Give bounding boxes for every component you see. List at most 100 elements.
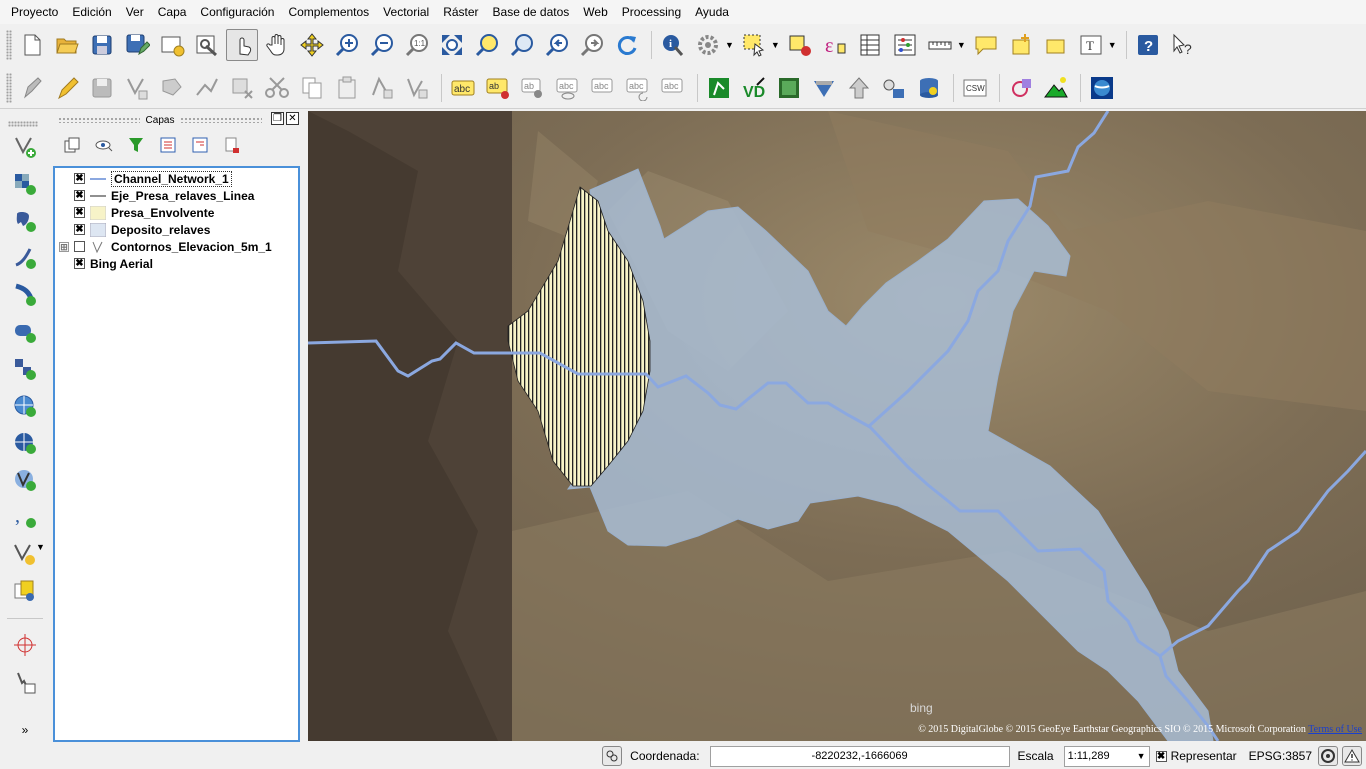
add-group-icon[interactable] bbox=[60, 133, 84, 157]
whats-this-icon[interactable]: ? bbox=[1167, 29, 1199, 61]
georeferencer-icon[interactable] bbox=[1005, 72, 1037, 104]
zoom-last-icon[interactable] bbox=[541, 29, 573, 61]
action-dropdown-icon[interactable]: ▼ bbox=[725, 40, 734, 50]
gps-tools-icon[interactable] bbox=[9, 666, 41, 698]
new-layer-dropdown-icon[interactable]: ▼ bbox=[36, 542, 45, 552]
add-raster-layer-icon[interactable] bbox=[9, 168, 41, 200]
gps-icon[interactable] bbox=[878, 72, 910, 104]
pan-to-selection-icon[interactable] bbox=[296, 29, 328, 61]
menu-ráster[interactable]: Ráster bbox=[436, 0, 485, 24]
crs-status-icon[interactable] bbox=[1318, 746, 1338, 766]
raster-icon[interactable] bbox=[773, 72, 805, 104]
text-annotation-icon[interactable]: T bbox=[1075, 29, 1107, 61]
layer-visibility-checkbox[interactable]: ✖ bbox=[74, 190, 85, 201]
manage-visibility-icon[interactable] bbox=[92, 133, 116, 157]
toolbar-grip[interactable] bbox=[6, 72, 12, 103]
redo-icon[interactable] bbox=[401, 72, 433, 104]
label-highlight-icon[interactable]: ab bbox=[517, 72, 549, 104]
menu-vectorial[interactable]: Vectorial bbox=[376, 0, 436, 24]
layer-visibility-checkbox[interactable]: ✖ bbox=[74, 258, 85, 269]
float-panel-icon[interactable]: ❐ bbox=[271, 112, 284, 125]
help-icon[interactable]: ? bbox=[1132, 29, 1164, 61]
label-show-hide-icon[interactable]: abc bbox=[552, 72, 584, 104]
save-as-icon[interactable] bbox=[121, 29, 153, 61]
move-feature-icon[interactable] bbox=[156, 72, 188, 104]
zoom-in-icon[interactable] bbox=[331, 29, 363, 61]
node-tool-icon[interactable] bbox=[191, 72, 223, 104]
render-checkbox[interactable]: ✖ Representar bbox=[1155, 749, 1237, 763]
add-wcs-layer-icon[interactable] bbox=[9, 427, 41, 459]
pan-icon[interactable] bbox=[261, 29, 293, 61]
label-change-icon[interactable]: abc bbox=[657, 72, 689, 104]
label-pin-icon[interactable]: ab bbox=[482, 72, 514, 104]
grass-icon[interactable] bbox=[703, 72, 735, 104]
render-check-icon[interactable]: ✖ bbox=[1155, 750, 1167, 762]
vd-icon[interactable]: VD bbox=[738, 72, 770, 104]
zoom-to-layer-icon[interactable] bbox=[506, 29, 538, 61]
measure-icon[interactable] bbox=[924, 29, 956, 61]
new-bookmark-icon[interactable] bbox=[1005, 29, 1037, 61]
close-panel-icon[interactable]: ✕ bbox=[286, 112, 299, 125]
label-rotate-icon[interactable]: abc bbox=[622, 72, 654, 104]
zoom-native-icon[interactable]: 1:1 bbox=[401, 29, 433, 61]
label-icon[interactable]: abc bbox=[447, 72, 479, 104]
scale-combo[interactable]: 1:11,289 ▼ bbox=[1063, 745, 1150, 767]
label-move-icon[interactable]: abc bbox=[587, 72, 619, 104]
expression-select-icon[interactable]: ε bbox=[819, 29, 851, 61]
undo-icon[interactable] bbox=[366, 72, 398, 104]
coordinate-capture-icon[interactable] bbox=[9, 629, 41, 661]
spatialite-icon[interactable] bbox=[913, 72, 945, 104]
action-icon[interactable] bbox=[692, 29, 724, 61]
expand-icon[interactable]: ⊞ bbox=[59, 241, 69, 252]
collapse-all-icon[interactable] bbox=[188, 133, 212, 157]
layer-visibility-checkbox[interactable] bbox=[74, 241, 85, 252]
composer-manager-icon[interactable] bbox=[191, 29, 223, 61]
statistics-icon[interactable] bbox=[889, 29, 921, 61]
map-tips-icon[interactable] bbox=[970, 29, 1002, 61]
toolbar-grip[interactable] bbox=[8, 121, 38, 127]
toggle-extents-icon[interactable] bbox=[602, 746, 623, 766]
filter-legend-icon[interactable] bbox=[124, 133, 148, 157]
add-wms-layer-icon[interactable] bbox=[9, 390, 41, 422]
menu-base-de-datos[interactable]: Base de datos bbox=[486, 0, 577, 24]
coordinate-field[interactable]: -8220232,-1666069 bbox=[709, 745, 1010, 767]
globe-icon[interactable] bbox=[1086, 72, 1118, 104]
annotation-dropdown-icon[interactable]: ▼ bbox=[1108, 40, 1117, 50]
add-wfs-layer-icon[interactable] bbox=[9, 464, 41, 496]
select-dropdown-icon[interactable]: ▼ bbox=[771, 40, 780, 50]
map-canvas[interactable]: bing © 2015 DigitalGlobe © 2015 GeoEye E… bbox=[308, 111, 1366, 741]
current-edits-icon[interactable] bbox=[16, 72, 48, 104]
menu-proyecto[interactable]: Proyecto bbox=[4, 0, 65, 24]
menu-edición[interactable]: Edición bbox=[65, 0, 118, 24]
chevron-down-icon[interactable]: » bbox=[22, 723, 29, 737]
wms-icon[interactable] bbox=[808, 72, 840, 104]
add-postgis-layer-icon[interactable] bbox=[9, 205, 41, 237]
save-project-icon[interactable] bbox=[86, 29, 118, 61]
add-oracle-layer-icon[interactable] bbox=[9, 316, 41, 348]
deselect-icon[interactable] bbox=[784, 29, 816, 61]
menu-capa[interactable]: Capa bbox=[151, 0, 194, 24]
zoom-next-icon[interactable] bbox=[576, 29, 608, 61]
layer-row[interactable]: ✖ Channel_Network_1 bbox=[55, 170, 298, 187]
layer-visibility-checkbox[interactable]: ✖ bbox=[74, 207, 85, 218]
select-features-icon[interactable] bbox=[738, 29, 770, 61]
chevron-down-icon[interactable]: ▼ bbox=[1137, 751, 1146, 761]
layer-tree[interactable]: ✖ Channel_Network_1 ✖ Eje_Presa_relaves_Lin… bbox=[53, 166, 300, 742]
crs-label[interactable]: EPSG:3857 bbox=[1249, 749, 1312, 763]
add-vector-layer-icon[interactable] bbox=[9, 131, 41, 163]
paste-features-icon[interactable] bbox=[331, 72, 363, 104]
toolbar-grip[interactable] bbox=[6, 30, 12, 60]
menu-web[interactable]: Web bbox=[576, 0, 614, 24]
refresh-icon[interactable] bbox=[611, 29, 643, 61]
layer-row[interactable]: ⊞ Contornos_Elevacion_5m_1 bbox=[55, 238, 298, 255]
new-spatialite-layer-icon[interactable] bbox=[9, 575, 41, 607]
menu-ayuda[interactable]: Ayuda bbox=[688, 0, 736, 24]
save-edits-icon[interactable] bbox=[86, 72, 118, 104]
attribute-table-icon[interactable] bbox=[854, 29, 886, 61]
add-delimited-text-icon[interactable]: , bbox=[9, 501, 41, 533]
terrain-icon[interactable] bbox=[1040, 72, 1072, 104]
zoom-full-icon[interactable] bbox=[436, 29, 468, 61]
menu-ver[interactable]: Ver bbox=[119, 0, 151, 24]
terms-link[interactable]: Terms of Use bbox=[1308, 724, 1362, 735]
new-project-icon[interactable] bbox=[16, 29, 48, 61]
